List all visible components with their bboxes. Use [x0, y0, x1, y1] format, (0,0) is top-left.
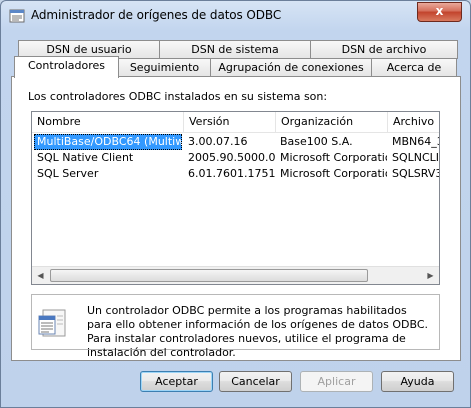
tab-label: Controladores [28, 59, 105, 72]
driver-info-box: Un controlador ODBC permite a los progra… [31, 294, 440, 359]
table-row[interactable]: MultiBase/ODBC64 (Multiway) 3.00.07.16 B… [32, 134, 439, 150]
tab-label: Seguimiento [129, 61, 200, 74]
driver-file: SQLNCLI. [392, 151, 439, 164]
scroll-right-icon[interactable]: ▶ [422, 267, 439, 284]
tab-label: DSN de archivo [341, 43, 427, 56]
driver-version: 6.01.7601.17514 [188, 167, 275, 180]
drivers-intro-label: Los controladores ODBC instalados en su … [28, 90, 328, 103]
list-header: Nombre Versión Organización Archivo [32, 112, 439, 133]
tab-seguimiento[interactable]: Seguimiento [118, 58, 211, 77]
drivers-listview[interactable]: Nombre Versión Organización Archivo Mult… [31, 111, 440, 285]
scrollbar-track[interactable] [49, 269, 422, 282]
tab-acerca-de[interactable]: Acerca de [371, 58, 457, 77]
close-button[interactable]: x [417, 2, 462, 22]
column-header-version[interactable]: Versión [184, 112, 276, 132]
driver-name: MultiBase/ODBC64 (Multiway) [34, 134, 182, 150]
driver-info-text: Un controlador ODBC permite a los progra… [87, 304, 429, 359]
odbc-drivers-document-icon [38, 309, 66, 337]
table-row[interactable]: SQL Server 6.01.7601.17514 Microsoft Cor… [32, 166, 439, 182]
tab-label: DSN de usuario [46, 43, 132, 56]
driver-organization: Microsoft Corporation [280, 167, 387, 180]
tab-dsn-sistema[interactable]: DSN de sistema [159, 40, 311, 59]
cancel-button[interactable]: Cancelar [219, 371, 292, 392]
driver-version: 2005.90.5000.00 [188, 151, 275, 164]
title-bar[interactable]: Administrador de orígenes de datos ODBC … [1, 1, 470, 31]
driver-organization: Microsoft Corporation [280, 151, 387, 164]
odbc-admin-icon [9, 9, 25, 23]
tab-agrupacion-conexiones[interactable]: Agrupación de conexiones [210, 58, 372, 77]
tab-label: Acerca de [386, 61, 442, 74]
driver-version: 3.00.07.16 [188, 135, 248, 148]
apply-button[interactable]: Aplicar [300, 371, 373, 392]
scrollbar-thumb[interactable] [50, 269, 368, 282]
table-row[interactable]: SQL Native Client 2005.90.5000.00 Micros… [32, 150, 439, 166]
tab-label: DSN de sistema [191, 43, 279, 56]
tab-controladores[interactable]: Controladores [14, 56, 119, 78]
driver-organization: Base100 S.A. [280, 135, 353, 148]
horizontal-scrollbar[interactable]: ◀ ▶ [32, 266, 439, 284]
tab-dsn-archivo[interactable]: DSN de archivo [310, 40, 458, 59]
column-header-organizacion[interactable]: Organización [276, 112, 388, 132]
accept-button[interactable]: Aceptar [140, 371, 213, 392]
driver-file: MBN64_3 [392, 135, 439, 148]
driver-name: SQL Native Client [37, 151, 134, 164]
tab-label: Agrupación de conexiones [218, 61, 364, 74]
window-title: Administrador de orígenes de datos ODBC [31, 8, 282, 22]
scroll-left-icon[interactable]: ◀ [32, 267, 49, 284]
driver-name: SQL Server [37, 167, 99, 180]
column-header-archivo[interactable]: Archivo [388, 112, 439, 132]
driver-file: SQLSRV3 [392, 167, 439, 180]
column-header-nombre[interactable]: Nombre [32, 112, 184, 132]
close-icon: x [435, 4, 444, 18]
help-button[interactable]: Ayuda [381, 371, 454, 392]
